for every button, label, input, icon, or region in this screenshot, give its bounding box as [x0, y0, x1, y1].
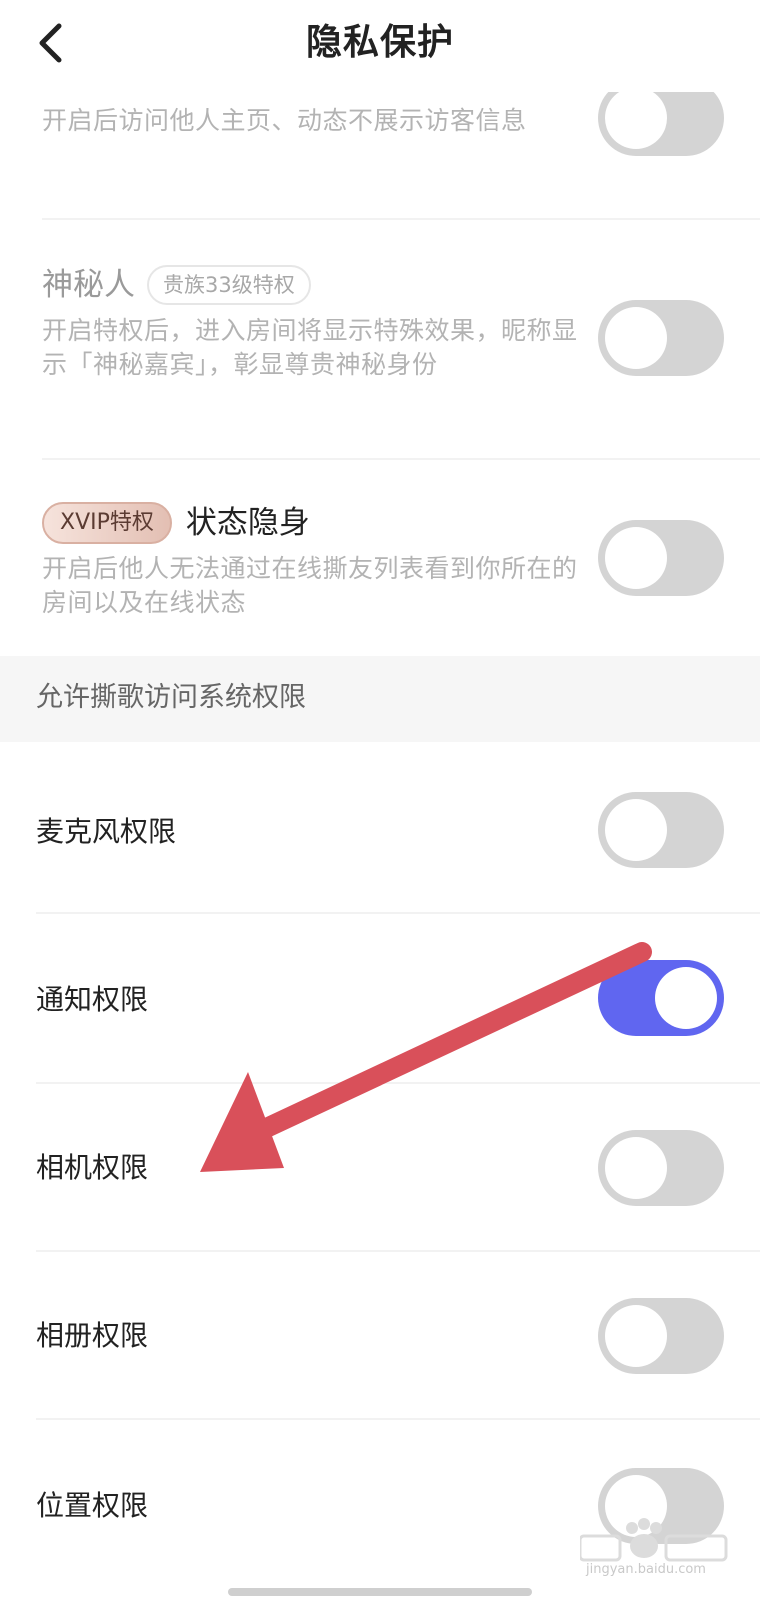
- toggle-knob: [605, 1137, 667, 1199]
- toggle-knob: [605, 307, 667, 369]
- invisible-status-toggle[interactable]: [598, 520, 724, 596]
- divider: [36, 1250, 760, 1252]
- notification-permission-toggle[interactable]: [598, 960, 724, 1036]
- visitor-privacy-desc: 开启后访问他人主页、动态不展示访客信息: [42, 106, 527, 135]
- toggle-knob: [605, 527, 667, 589]
- camera-permission-toggle[interactable]: [598, 1130, 724, 1206]
- divider: [42, 218, 760, 220]
- toggle-knob: [605, 1305, 667, 1367]
- system-permissions-section-header: 允许撕歌访问系统权限: [0, 656, 760, 742]
- settings-list: 开启后访问他人主页、动态不展示访客信息 神秘人 贵族33级特权 开启特权后，进入…: [0, 0, 760, 1600]
- privacy-settings-screen: 开启后访问他人主页、动态不展示访客信息 神秘人 贵族33级特权 开启特权后，进入…: [0, 0, 760, 1600]
- divider: [42, 458, 760, 460]
- watermark-text: jingyan.baidu.com: [586, 1562, 706, 1577]
- divider: [36, 1082, 760, 1084]
- invisible-status-desc: 开启后他人无法通过在线撕友列表看到你所在的房间以及在线状态: [42, 554, 578, 617]
- section-title: 允许撕歌访问系统权限: [36, 682, 306, 713]
- toggle-knob: [605, 87, 667, 149]
- album-permission-label: 相册权限: [36, 1319, 149, 1352]
- toggle-knob: [605, 799, 667, 861]
- divider: [36, 912, 760, 914]
- mystery-person-desc: 开启特权后，进入房间将显示特殊效果，昵称显示「神秘嘉宾」，彰显尊贵神秘身份: [42, 316, 578, 379]
- location-permission-label: 位置权限: [36, 1489, 149, 1522]
- noble-privilege-tag: 贵族33级特权: [147, 265, 311, 305]
- page-title: 隐私保护: [305, 22, 454, 63]
- album-permission-toggle[interactable]: [598, 1298, 724, 1374]
- notification-permission-label: 通知权限: [36, 983, 149, 1016]
- microphone-permission-label: 麦克风权限: [36, 815, 177, 848]
- mystery-person-toggle[interactable]: [598, 300, 724, 376]
- mystery-person-title: 神秘人: [42, 267, 135, 303]
- xvip-privilege-tag: XVIP特权: [42, 502, 172, 544]
- divider: [36, 1418, 760, 1420]
- microphone-permission-toggle[interactable]: [598, 792, 724, 868]
- invisible-status-title: 状态隐身: [185, 505, 310, 541]
- toggle-knob: [655, 967, 717, 1029]
- camera-permission-label: 相机权限: [36, 1151, 149, 1184]
- home-indicator: [228, 1588, 532, 1596]
- nav-bar: 隐私保护: [0, 0, 760, 92]
